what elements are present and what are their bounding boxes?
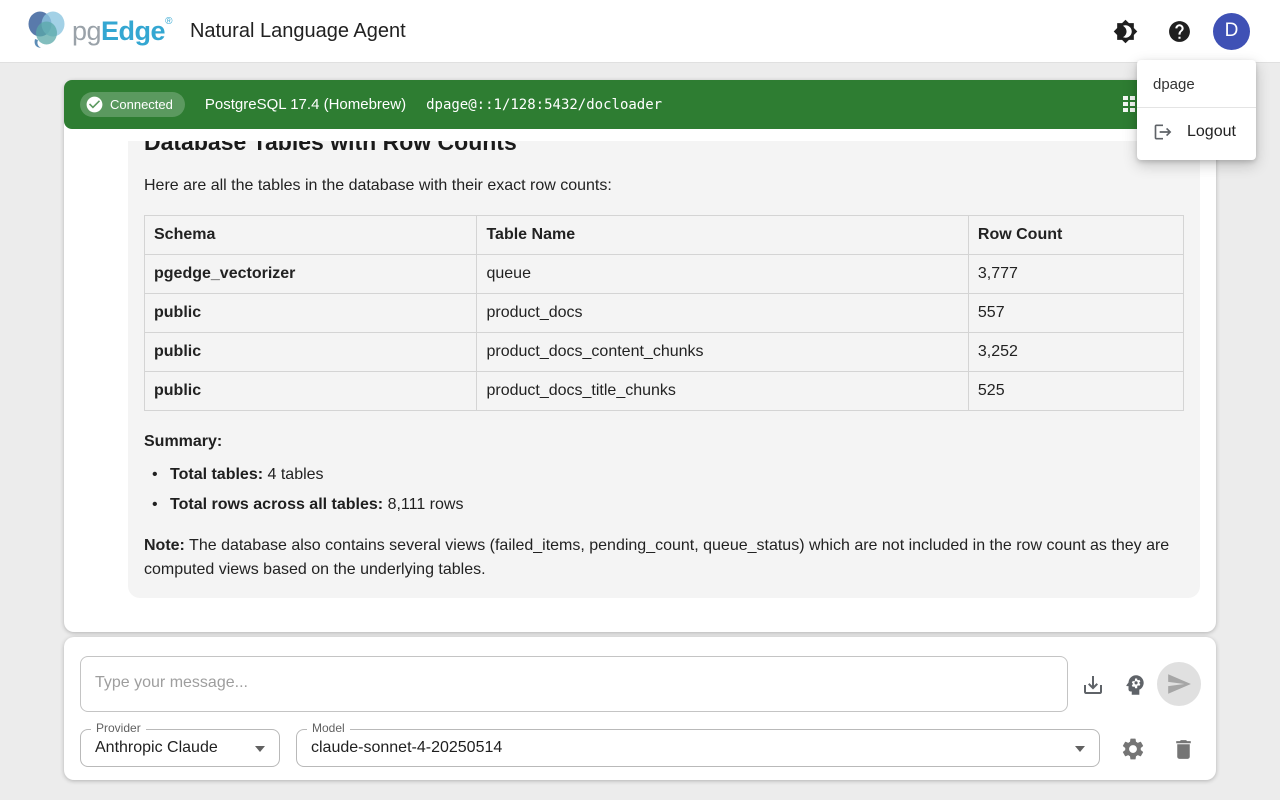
pgedge-wordmark: pgEdge® — [72, 16, 172, 47]
cell-schema: public — [145, 294, 477, 333]
connection-string: dpage@::1/128:5432/docloader — [426, 97, 662, 113]
table-row: pgedge_vectorizer queue 3,777 — [145, 255, 1184, 294]
cell-row-count: 557 — [968, 294, 1183, 333]
row-counts-table: Schema Table Name Row Count pgedge_vecto… — [144, 215, 1184, 411]
menu-username: dpage — [1137, 68, 1256, 103]
app-header: pgEdge® Natural Language Agent D — [0, 0, 1280, 63]
col-header-row-count: Row Count — [968, 216, 1183, 255]
chevron-down-icon — [255, 746, 265, 752]
model-value: claude-sonnet-4-20250514 — [311, 739, 502, 757]
settings-button[interactable] — [1115, 731, 1151, 767]
list-item: Total rows across all tables: 8,111 rows — [152, 493, 1184, 516]
col-header-schema: Schema — [145, 216, 477, 255]
logout-icon — [1153, 122, 1173, 142]
header-actions: D — [1105, 11, 1250, 51]
send-button[interactable] — [1157, 662, 1201, 706]
clear-chat-button[interactable] — [1165, 731, 1201, 767]
check-circle-icon — [85, 95, 104, 114]
message-scroll-area[interactable]: Database Tables with Row Counts Here are… — [64, 141, 1216, 632]
connection-banner: Connected PostgreSQL 17.4 (Homebrew) dpa… — [64, 80, 1216, 129]
user-menu: dpage Logout — [1137, 60, 1256, 160]
logout-menu-item[interactable]: Logout — [1137, 112, 1256, 152]
download-icon — [1081, 673, 1105, 697]
send-icon — [1166, 671, 1192, 697]
help-button[interactable] — [1159, 11, 1199, 51]
message-heading: Database Tables with Row Counts — [144, 141, 1184, 157]
message-note: Note: The database also contains several… — [144, 534, 1184, 582]
message-intro: Here are all the tables in the database … — [144, 174, 1184, 197]
user-avatar[interactable]: D — [1213, 13, 1250, 50]
logout-label: Logout — [1187, 123, 1236, 141]
gear-icon — [1120, 736, 1146, 762]
list-item: Total tables: 4 tables — [152, 463, 1184, 486]
cell-table-name: queue — [477, 255, 968, 294]
cell-row-count: 3,777 — [968, 255, 1183, 294]
summary-heading: Summary: — [144, 433, 1184, 451]
cell-table-name: product_docs — [477, 294, 968, 333]
download-button[interactable] — [1076, 668, 1110, 702]
theme-toggle-button[interactable] — [1105, 11, 1145, 51]
page-title: Natural Language Agent — [190, 20, 406, 43]
brightness-icon — [1113, 19, 1138, 44]
psychology-icon — [1122, 672, 1148, 698]
table-row: public product_docs 557 — [145, 294, 1184, 333]
model-label: Model — [307, 721, 350, 735]
chevron-down-icon — [1075, 746, 1085, 752]
table-header-row: Schema Table Name Row Count — [145, 216, 1184, 255]
trash-icon — [1171, 737, 1196, 762]
avatar-letter: D — [1225, 20, 1239, 42]
ai-reasoning-button[interactable] — [1118, 668, 1152, 702]
composer-panel: Provider Anthropic Claude Model claude-s… — [64, 637, 1216, 780]
cell-row-count: 525 — [968, 372, 1183, 411]
connection-status-badge: Connected — [80, 92, 185, 117]
pgedge-logo: pgEdge® — [22, 9, 172, 53]
pgedge-logo-icon — [22, 9, 74, 53]
connection-status-label: Connected — [110, 97, 173, 112]
help-icon — [1167, 19, 1192, 44]
provider-value: Anthropic Claude — [95, 739, 218, 757]
provider-select[interactable]: Provider Anthropic Claude — [80, 729, 280, 767]
chat-panel: Connected PostgreSQL 17.4 (Homebrew) dpa… — [64, 80, 1216, 632]
col-header-table-name: Table Name — [477, 216, 968, 255]
menu-divider — [1137, 107, 1256, 108]
cell-schema: pgedge_vectorizer — [145, 255, 477, 294]
summary-list: Total tables: 4 tables Total rows across… — [152, 463, 1184, 516]
server-version: PostgreSQL 17.4 (Homebrew) — [205, 96, 406, 113]
cell-schema: public — [145, 333, 477, 372]
cell-table-name: product_docs_content_chunks — [477, 333, 968, 372]
cell-schema: public — [145, 372, 477, 411]
cell-row-count: 3,252 — [968, 333, 1183, 372]
model-select[interactable]: Model claude-sonnet-4-20250514 — [296, 729, 1100, 767]
message-input[interactable] — [80, 656, 1068, 712]
provider-label: Provider — [91, 721, 146, 735]
table-row: public product_docs_title_chunks 525 — [145, 372, 1184, 411]
assistant-message: Database Tables with Row Counts Here are… — [128, 141, 1200, 598]
table-row: public product_docs_content_chunks 3,252 — [145, 333, 1184, 372]
cell-table-name: product_docs_title_chunks — [477, 372, 968, 411]
